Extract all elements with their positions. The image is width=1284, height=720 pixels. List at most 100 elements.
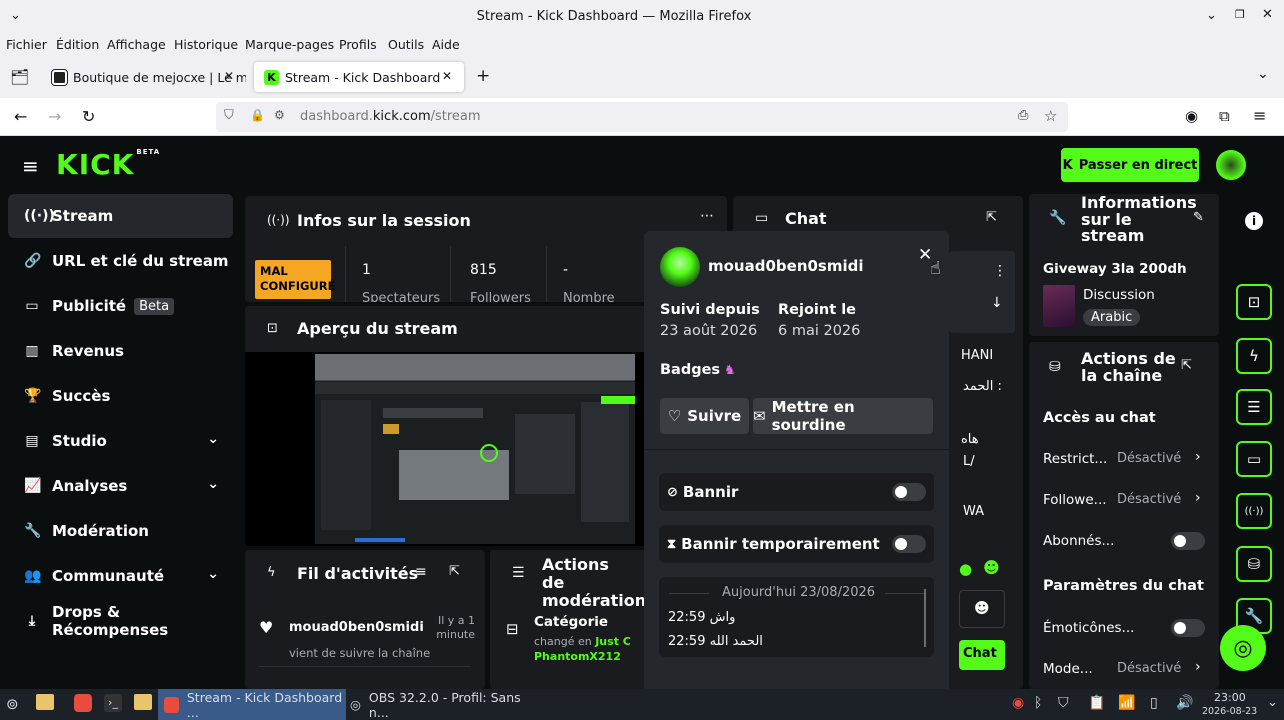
activity-item: ♥ mouad0ben0smidi Il y a 1 minute vient … — [259, 610, 475, 667]
edit-icon[interactable]: ✎ — [1193, 210, 1204, 225]
info-icon[interactable]: i — [1245, 212, 1263, 230]
sidebar-item-moderation[interactable]: 🔧 Modération — [8, 509, 233, 553]
user-card-username[interactable]: mouad0ben0smidi — [708, 257, 864, 275]
extensions-icon[interactable]: ⧉ — [1219, 107, 1230, 125]
menu-outils[interactable]: Outils — [388, 37, 424, 52]
sidebar-item-community[interactable]: 👥 Communauté ⌄ — [8, 554, 233, 598]
menu-affichage[interactable]: Affichage — [107, 37, 166, 52]
bookmark-star-icon[interactable]: ☆ — [1044, 107, 1057, 125]
back-icon[interactable]: ← — [14, 107, 27, 126]
timeout-row[interactable]: ⧗ Bannir temporairement — [659, 525, 934, 563]
rail-list-button[interactable]: ☰ — [1236, 389, 1272, 425]
close-tab-icon[interactable]: ✕ — [442, 69, 452, 83]
wrench-icon: 🔧 — [1244, 607, 1264, 625]
subscribers-toggle[interactable] — [1171, 532, 1205, 550]
chat-input[interactable]: ☻ — [959, 590, 1005, 628]
folder-icon[interactable] — [134, 694, 152, 710]
popout-icon[interactable]: ⇱ — [1181, 358, 1192, 373]
go-live-button[interactable]: K Passer en direct — [1061, 148, 1199, 182]
ban-row[interactable]: ⊘ Bannir — [659, 473, 934, 511]
mod-action-user[interactable]: PhantomX212 — [534, 650, 621, 663]
menu-aide[interactable]: Aide — [432, 37, 460, 52]
mode-row[interactable]: Mode... Désactivé › — [1043, 658, 1213, 680]
divider — [546, 246, 547, 302]
sidebar-item-studio[interactable]: ▤ Studio ⌄ — [8, 419, 233, 463]
activity-user: mouad0ben0smidi — [289, 620, 424, 635]
arrow-down-icon[interactable]: ↓ — [991, 295, 1003, 311]
menu-fichier[interactable]: Fichier — [6, 37, 47, 52]
wifi-icon[interactable]: 📶 — [1118, 695, 1135, 711]
close-window-icon[interactable]: ✕ — [1262, 7, 1273, 22]
hamburger-icon[interactable]: ≡ — [22, 154, 39, 178]
taskbar-obs-window[interactable]: ◎ OBS 32.2.0 - Profil: Sans n... — [346, 689, 536, 720]
menu-historique[interactable]: Historique — [174, 37, 238, 52]
more-icon[interactable]: ⋯ — [700, 208, 714, 224]
minimize-icon[interactable]: ⌄ — [1206, 8, 1217, 23]
tab-boutique[interactable]: Boutique de mejocxe | Le m — [42, 62, 246, 92]
show-desktop-icon[interactable]: ⌄ — [1267, 695, 1278, 710]
rail-activity-button[interactable]: ϟ — [1236, 338, 1272, 374]
sidebar-item-drops[interactable]: ⤓ Drops & Récompenses — [8, 599, 233, 643]
app-icon[interactable] — [74, 694, 92, 712]
permissions-icon[interactable]: ⚙ — [274, 108, 285, 122]
popout-icon[interactable]: ⇱ — [986, 210, 997, 225]
tab-list-chevron-icon[interactable]: ⌄ — [1257, 66, 1269, 82]
followers-row[interactable]: Followe... Désactivé › — [1043, 489, 1213, 511]
ban-toggle[interactable] — [892, 483, 926, 501]
taskbar-firefox-window[interactable]: Stream - Kick Dashboard ... — [158, 689, 346, 720]
emoji-icon[interactable]: ☻ — [974, 599, 990, 617]
menu-marque-pages[interactable]: Marque-pages — [245, 37, 334, 52]
mod-actions-title: Actions de modération — [542, 555, 647, 610]
sidebar-item-achievements[interactable]: 🏆 Succès — [8, 374, 233, 418]
menu-edition[interactable]: Édition — [56, 37, 99, 52]
record-icon[interactable]: ◉ — [1012, 695, 1024, 711]
sidebar-item-url-key[interactable]: 🔗 URL et clé du stream — [8, 239, 233, 283]
close-tab-icon[interactable]: ✕ — [224, 69, 234, 83]
emotes-toggle[interactable] — [1171, 619, 1205, 637]
volume-icon[interactable]: 🔊 — [1176, 695, 1193, 711]
reload-icon[interactable]: ↻ — [82, 107, 95, 126]
files-icon[interactable] — [36, 694, 54, 710]
sidebar-item-stream[interactable]: ((·)) Stream — [8, 194, 233, 238]
rail-chat-button[interactable]: ▭ — [1236, 441, 1272, 477]
app-menu-icon[interactable]: ≡ — [1253, 106, 1266, 125]
address-bar[interactable]: ⛉ 🔒 ⚙ dashboard.kick.com/stream ⎙ ☆ — [216, 102, 1068, 132]
popout-icon[interactable]: ⇱ — [449, 564, 460, 579]
chat-send-button[interactable]: Chat — [959, 640, 1005, 670]
sidebar-item-revenue[interactable]: ▥ Revenus — [8, 329, 233, 373]
stream-info-panel: 🔧 Informations sur le stream ✎ Giveway 3… — [1029, 194, 1219, 336]
mute-button[interactable]: ✉ Mettre en sourdine — [753, 398, 933, 434]
rail-channel-button[interactable]: ⛁ — [1236, 546, 1272, 582]
menu-profils[interactable]: Profils — [339, 37, 377, 52]
rail-preview-button[interactable]: ⊡ — [1236, 284, 1272, 320]
new-tab-icon[interactable]: + — [476, 66, 490, 86]
terminal-icon[interactable]: ›_ — [104, 694, 122, 712]
sidebar-item-analytics[interactable]: 📈 Analyses ⌄ — [8, 464, 233, 508]
user-avatar[interactable] — [1216, 150, 1246, 180]
filter-icon[interactable]: ≡ — [415, 564, 427, 580]
more-vertical-icon[interactable]: ⋮ — [993, 263, 1007, 279]
forward-icon[interactable]: → — [48, 107, 61, 126]
battery-icon[interactable]: ▯ — [1150, 695, 1158, 711]
shield-icon[interactable]: ⛉ — [1058, 695, 1069, 711]
follow-button[interactable]: ♡ Suivre — [660, 398, 749, 434]
translate-icon[interactable]: ⎙ — [1018, 108, 1028, 123]
timeout-toggle[interactable] — [892, 535, 926, 553]
tracking-shield-icon[interactable]: ⛉ — [224, 108, 234, 123]
clipboard-icon[interactable]: 📋 — [1088, 695, 1105, 711]
tab-overview-icon[interactable]: 🗂 — [10, 68, 29, 86]
support-chat-icon[interactable]: ◎ — [1220, 625, 1266, 671]
clock-time[interactable]: 23:00 — [1214, 691, 1246, 704]
scrollbar[interactable] — [924, 589, 926, 647]
restricted-row[interactable]: Restrict... Désactivé › — [1043, 448, 1213, 470]
tab-kick-dashboard[interactable]: K Stream - Kick Dashboard ✕ — [254, 62, 464, 92]
kick-logo[interactable]: KICK BETA — [56, 148, 160, 181]
bluetooth-icon[interactable]: ᛒ — [1034, 695, 1042, 711]
lock-icon[interactable]: 🔒 — [250, 108, 265, 122]
app-launcher-icon[interactable]: ⊚ — [6, 695, 19, 713]
maximize-icon[interactable]: ❐ — [1235, 8, 1245, 21]
account-icon[interactable]: ◉ — [1185, 107, 1198, 125]
sidebar-item-ads[interactable]: ▭ Publicité Beta — [8, 284, 233, 328]
clock-date[interactable]: 2026-08-23 — [1202, 706, 1257, 717]
rail-broadcast-button[interactable]: ((·)) — [1236, 493, 1272, 529]
